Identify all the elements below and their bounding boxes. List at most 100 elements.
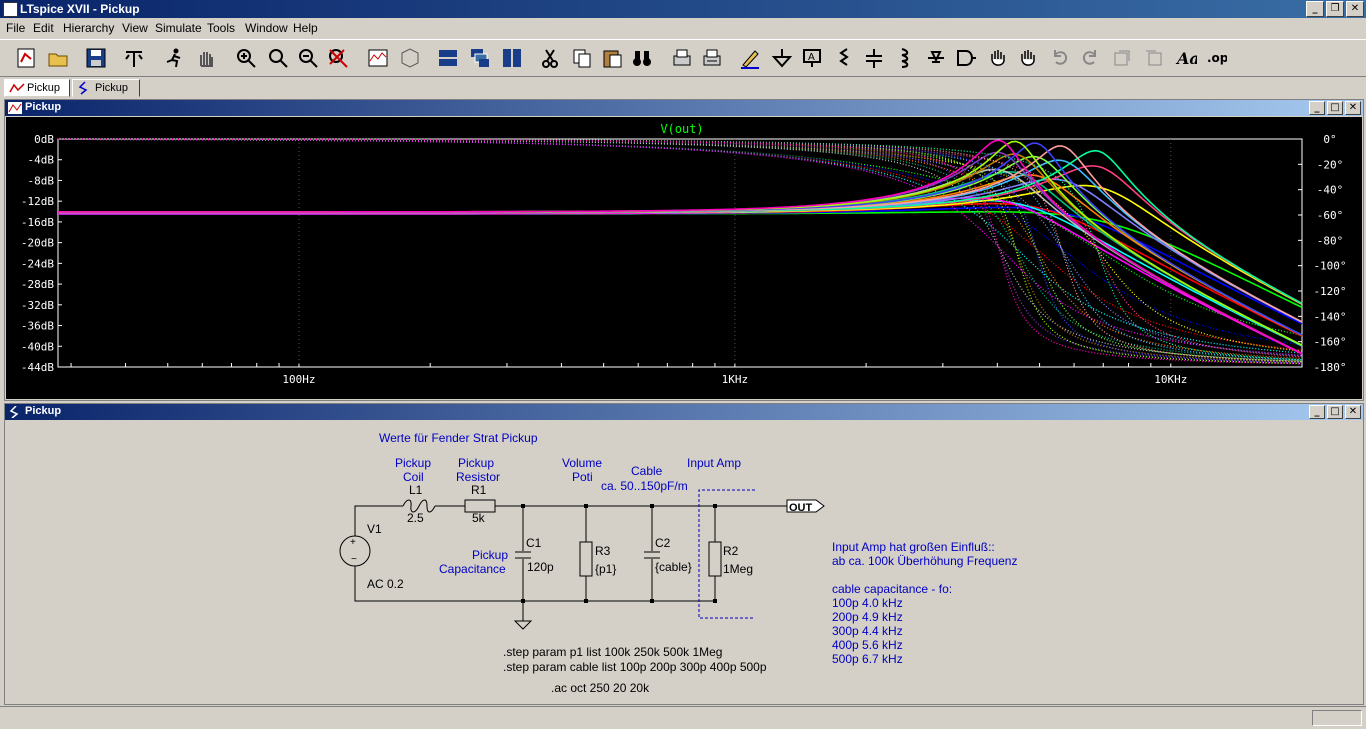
note-line: cable capacitance - fo:: [832, 582, 952, 596]
l1-name: L1: [409, 483, 423, 497]
window-title: LTspice XVII - Pickup: [20, 2, 140, 16]
menu-simulate[interactable]: Simulate: [155, 21, 202, 35]
mirror-icon[interactable]: [1140, 44, 1168, 72]
directive-step-cable[interactable]: .step param cable list 100p 200p 300p 40…: [503, 660, 767, 674]
rotate-icon[interactable]: [1108, 44, 1136, 72]
cut-icon[interactable]: [536, 44, 564, 72]
text-icon[interactable]: Aa: [1172, 44, 1200, 72]
schematic-minimize-button[interactable]: _: [1309, 405, 1325, 419]
directive-ac[interactable]: .ac oct 250 20 20k: [551, 681, 650, 695]
y-right-tick-label: -80°: [1317, 234, 1344, 247]
zoom-in-icon[interactable]: [232, 44, 260, 72]
schematic-close-button[interactable]: ✕: [1345, 405, 1361, 419]
control-panel-icon[interactable]: [120, 44, 148, 72]
menu-file[interactable]: File: [6, 21, 25, 35]
resistor-r3[interactable]: [579, 541, 593, 577]
restore-button[interactable]: ❐: [1326, 1, 1344, 17]
menu-edit[interactable]: Edit: [33, 21, 54, 35]
tab-waveform[interactable]: Pickup: [4, 79, 70, 97]
schematic-maximize-button[interactable]: □: [1327, 405, 1343, 419]
schematic-canvas[interactable]: + − V1 AC 0.2 L1 2.5 R1 5k C1 120p R3 {p…: [6, 421, 1362, 703]
note-line: Input Amp hat großen Einfluß::: [832, 540, 995, 554]
find-binoculars-icon[interactable]: [628, 44, 656, 72]
move-hand-icon[interactable]: [984, 44, 1012, 72]
zoom-out-icon[interactable]: [294, 44, 322, 72]
y-right-tick-label: -140°: [1313, 310, 1346, 323]
y-left-tick-label: -8dB: [28, 174, 55, 187]
menu-hierarchy[interactable]: Hierarchy: [63, 21, 114, 35]
diode-icon[interactable]: [922, 44, 950, 72]
r2-name: R2: [723, 544, 739, 558]
magnitude-trace: [58, 184, 1303, 305]
open-folder-icon[interactable]: [44, 44, 72, 72]
paste-icon[interactable]: [598, 44, 626, 72]
voltage-source-v1[interactable]: + −: [339, 535, 371, 567]
new-schematic-icon[interactable]: [12, 44, 40, 72]
waveform-minimize-button[interactable]: _: [1309, 101, 1325, 115]
zoom-cancel-icon[interactable]: [324, 44, 352, 72]
copy-icon[interactable]: [568, 44, 596, 72]
y-left-tick-label: -4dB: [28, 154, 55, 167]
print-icon[interactable]: [698, 44, 726, 72]
tile-waveform-icon[interactable]: [364, 44, 392, 72]
ground-icon[interactable]: [768, 44, 796, 72]
resistor-r2[interactable]: [708, 541, 722, 577]
v1-name: V1: [367, 522, 382, 536]
resistor-icon[interactable]: [830, 44, 858, 72]
print-preview-icon[interactable]: [668, 44, 696, 72]
inductor-icon[interactable]: [890, 44, 918, 72]
svg-text:−: −: [351, 554, 357, 565]
y-right-tick-label: 0°: [1323, 133, 1336, 146]
directive-step-p1[interactable]: .step param p1 list 100k 250k 500k 1Meg: [503, 645, 722, 659]
waveform-maximize-button[interactable]: □: [1327, 101, 1343, 115]
schematic-notes[interactable]: Input Amp hat großen Einfluß:: ab ca. 10…: [832, 540, 1017, 666]
magnitude-trace: [58, 140, 1303, 346]
y-left-tick-label: -28dB: [21, 278, 54, 291]
trace-label[interactable]: V(out): [660, 122, 703, 136]
menu-bar: File Edit Hierarchy View Simulate Tools …: [0, 18, 1366, 38]
schematic-heading[interactable]: Werte für Fender Strat Pickup: [379, 431, 538, 445]
waveform-plot[interactable]: 100Hz 1KHz 10KHz 0dB -4dB -8dB -12dB -16dB -20dB…: [6, 117, 1362, 399]
drag-hand-icon[interactable]: [1014, 44, 1042, 72]
phase-trace: [58, 138, 1303, 354]
magnitude-trace: [58, 202, 1303, 337]
capacitor-c2[interactable]: [644, 551, 660, 559]
undo-icon[interactable]: [1046, 44, 1074, 72]
tab-schematic[interactable]: Pickup: [72, 79, 140, 97]
menu-window[interactable]: Window: [245, 21, 288, 35]
cascade-windows-icon[interactable]: [466, 44, 494, 72]
capacitor-c1[interactable]: [515, 551, 531, 559]
svg-text:A: A: [808, 52, 815, 63]
y-left-tick-label: -40dB: [21, 340, 54, 353]
x-tick-label: 100Hz: [282, 373, 315, 386]
component-3d-icon[interactable]: [396, 44, 424, 72]
spice-directive-icon[interactable]: .op: [1202, 44, 1230, 72]
ground-symbol: [513, 620, 533, 630]
save-icon[interactable]: [82, 44, 110, 72]
menu-view[interactable]: View: [122, 21, 148, 35]
r3-value: {p1}: [595, 562, 616, 576]
close-button[interactable]: ✕: [1346, 1, 1364, 17]
run-icon[interactable]: [160, 44, 188, 72]
halt-hand-icon[interactable]: [192, 44, 220, 72]
document-tabs: Pickup Pickup: [0, 77, 1366, 97]
zoom-fit-icon[interactable]: [264, 44, 292, 72]
capacitor-icon[interactable]: [860, 44, 888, 72]
menu-help[interactable]: Help: [293, 21, 318, 35]
svg-text:Aa: Aa: [1175, 49, 1197, 68]
note-line: 400p 5.6 kHz: [832, 638, 903, 652]
note-line: 100p 4.0 kHz: [832, 596, 903, 610]
tab-waveform-label: Pickup: [27, 82, 61, 94]
draw-wire-pencil-icon[interactable]: [736, 44, 764, 72]
tile-horizontal-icon[interactable]: [434, 44, 462, 72]
minimize-button[interactable]: _: [1306, 1, 1324, 17]
redo-icon[interactable]: [1076, 44, 1104, 72]
tile-vertical-icon[interactable]: [498, 44, 526, 72]
menu-tools[interactable]: Tools: [207, 21, 235, 35]
component-icon[interactable]: [952, 44, 980, 72]
waveform-close-button[interactable]: ✕: [1345, 101, 1361, 115]
schematic-junctions: [521, 504, 717, 603]
magnitude-trace: [58, 155, 1303, 336]
y-left-tick-label: -12dB: [21, 195, 54, 208]
label-net-icon[interactable]: A: [798, 44, 826, 72]
